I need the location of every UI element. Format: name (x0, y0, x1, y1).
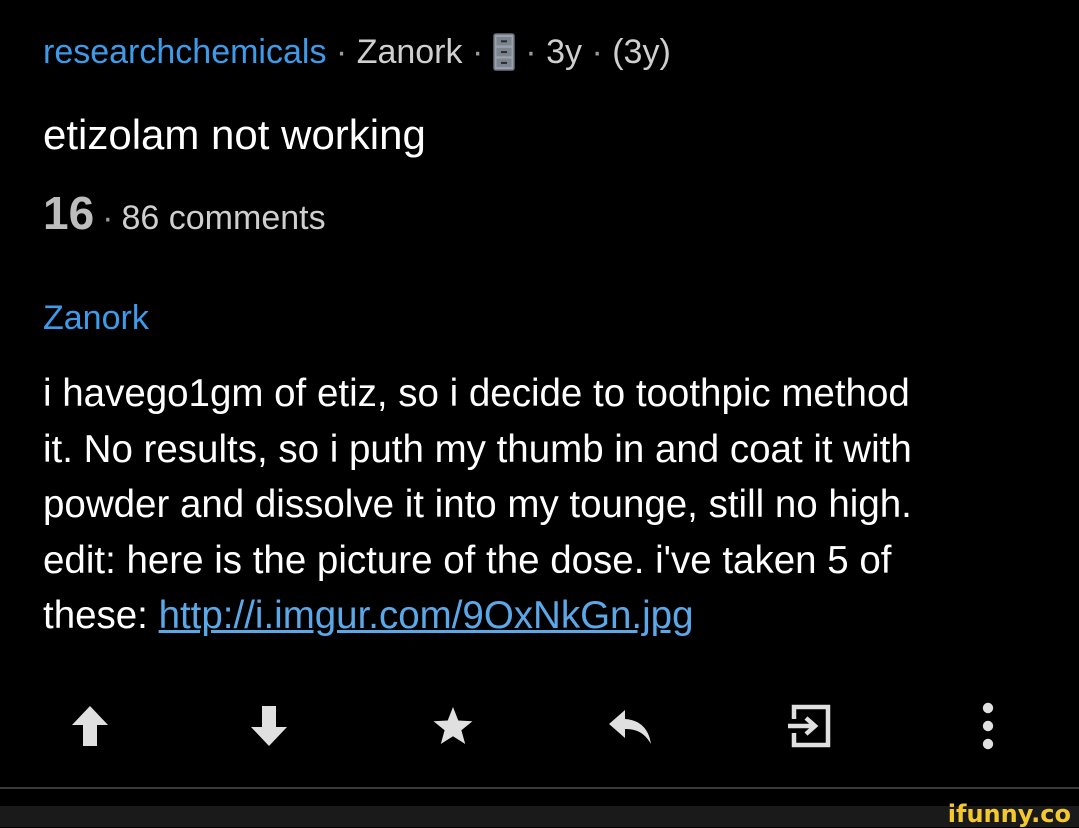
separator: · (335, 33, 348, 71)
post-score: 16 (43, 187, 95, 239)
post-age: 3y (546, 33, 582, 71)
reply-icon (609, 710, 651, 744)
upvote-icon (72, 706, 108, 746)
edited-age: (3y) (612, 33, 671, 71)
comment-count[interactable]: 86 comments (122, 199, 326, 238)
star-icon (433, 707, 473, 744)
downvote-icon (251, 706, 287, 746)
comment-line: edit: here is the picture of the dose. i… (43, 538, 892, 582)
post-author[interactable]: Zanork (357, 26, 463, 78)
separator: · (591, 33, 603, 71)
ifunny-watermark: ifunny.co (947, 800, 1071, 828)
separator: · (102, 199, 114, 237)
open-in-button[interactable] (779, 696, 839, 756)
action-bar (0, 696, 1079, 756)
comment-author[interactable]: Zanork (43, 294, 149, 342)
imgur-link[interactable]: http://i.imgur.com/9OxNkGn.jpg (159, 594, 694, 637)
upvote-button[interactable] (60, 696, 120, 756)
comment-line: it. No results, so i puth my thumb in an… (43, 427, 912, 471)
footer-bar (0, 806, 1079, 827)
separator: · (471, 33, 484, 71)
comment-body: i havego1gm of etiz, so i decide to toot… (43, 366, 1053, 644)
open-icon (788, 704, 831, 748)
more-options-button[interactable] (958, 696, 1018, 756)
comment-line: powder and dissolve it into my tounge, s… (43, 483, 912, 526)
downvote-button[interactable] (239, 696, 299, 756)
divider (0, 787, 1079, 789)
post-meta: researchchemicals · Zanork · · 3y · (3y) (43, 26, 671, 78)
comment-line: these: http://i.imgur.com/9OxNkGn.jpg (43, 588, 1053, 644)
subreddit-link[interactable]: researchchemicals (43, 26, 326, 78)
file-cabinet-icon (493, 33, 516, 71)
post-title[interactable]: etizolam not working (43, 106, 426, 164)
more-icon (982, 702, 994, 750)
comment-line: i havego1gm of etiz, so i decide to toot… (43, 372, 910, 415)
save-button[interactable] (423, 696, 483, 756)
reply-button[interactable] (600, 696, 660, 756)
separator: · (525, 33, 537, 71)
post-stats: 16 · 86 comments (43, 186, 326, 240)
comment-line-prefix: these: (43, 594, 159, 637)
